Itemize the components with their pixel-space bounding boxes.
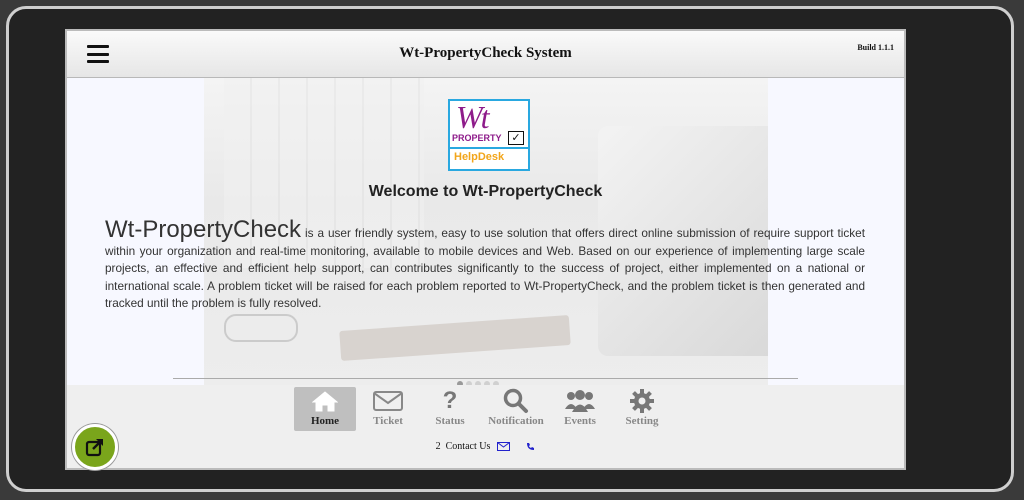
app-title: Wt-PropertyCheck System: [399, 45, 572, 61]
nav-home[interactable]: Home: [294, 387, 356, 431]
build-label: Build 1.1.1: [857, 43, 894, 52]
checkbox-icon: ✓: [508, 131, 524, 145]
nav-ticket[interactable]: Ticket: [358, 387, 418, 431]
search-icon: [480, 387, 552, 415]
home-icon: [294, 387, 356, 415]
users-icon: [552, 387, 608, 415]
question-icon: ?: [442, 387, 458, 414]
nav-status-label: Status: [435, 415, 465, 427]
intro-product-name: Wt-PropertyCheck: [105, 216, 302, 243]
gear-icon: [610, 387, 674, 415]
contact-count: 2: [435, 441, 441, 452]
logo-property: PROPERTY: [452, 133, 502, 143]
nav-status[interactable]: ? Status: [420, 387, 480, 431]
logo-helpdesk: HelpDesk: [454, 151, 505, 163]
nav-events-label: Events: [564, 415, 596, 427]
logo-wt: Wt: [456, 99, 490, 135]
contact-us-link[interactable]: Contact Us: [446, 441, 491, 452]
external-link-button[interactable]: [72, 424, 118, 470]
contact-bar: 2 Contact Us: [67, 441, 904, 452]
nav-events[interactable]: Events: [552, 387, 608, 431]
envelope-icon: [358, 387, 418, 415]
nav-notification-label: Notification: [488, 415, 544, 427]
top-bar: Wt-PropertyCheck System Build 1.1.1: [67, 31, 904, 78]
external-link-icon: [85, 439, 103, 457]
nav-setting-label: Setting: [625, 415, 659, 427]
intro-paragraph: Wt-PropertyCheck is a user friendly syst…: [105, 218, 865, 313]
nav-ticket-label: Ticket: [373, 415, 403, 427]
mail-icon[interactable]: [496, 441, 513, 452]
app-logo: Wt PROPERTY ✓ HelpDesk: [448, 99, 530, 171]
nav-setting[interactable]: Setting: [610, 387, 674, 431]
bottom-bar: Home Ticket ? Status Notification Events…: [67, 385, 904, 468]
phone-icon[interactable]: [526, 441, 535, 452]
nav-notification[interactable]: Notification: [480, 387, 552, 431]
app-screen: Wt-PropertyCheck System Build 1.1.1 Wt P…: [67, 31, 904, 468]
welcome-heading: Welcome to Wt-PropertyCheck: [368, 183, 603, 200]
nav-home-label: Home: [310, 415, 340, 427]
